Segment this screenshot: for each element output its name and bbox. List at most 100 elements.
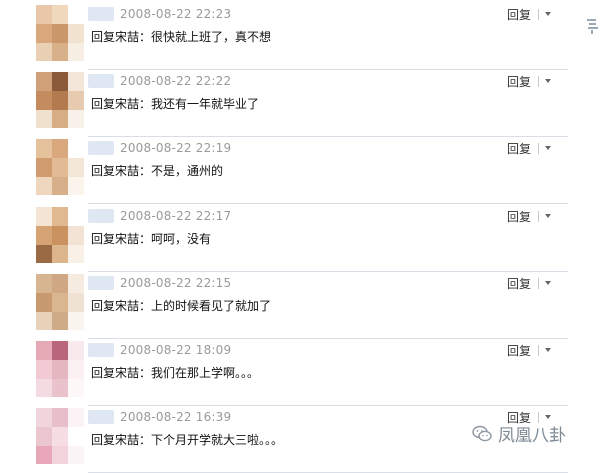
avatar-pixel — [52, 110, 68, 128]
chevron-down-icon[interactable] — [545, 12, 552, 16]
avatar-pixel — [36, 43, 52, 61]
avatar-pixel — [52, 379, 68, 397]
chevron-down-icon[interactable] — [545, 281, 552, 285]
avatar-pixel — [52, 408, 68, 427]
chevron-down-icon[interactable] — [545, 79, 552, 83]
avatar-pixel — [68, 72, 84, 91]
avatar-pixel — [68, 5, 84, 24]
comment-text: 回复宋喆：不是，通州的 — [91, 164, 224, 178]
comment-row: 2008-08-22 22:19 回复宋喆：不是，通州的 回复 — [0, 137, 568, 204]
reply-button-label: 回复 — [507, 7, 532, 22]
comment-timestamp: 2008-08-22 16:39 — [120, 410, 232, 424]
avatar[interactable] — [36, 5, 84, 61]
blurred-username[interactable] — [88, 276, 114, 290]
avatar-pixel — [36, 177, 52, 195]
avatar-pixel — [68, 158, 84, 177]
comment-text: 回复宋喆：呵呵，没有 — [91, 232, 212, 246]
reply-button[interactable]: 回复 — [505, 342, 552, 358]
reply-button[interactable]: 回复 — [505, 275, 552, 291]
avatar[interactable] — [36, 408, 84, 464]
avatar[interactable] — [36, 139, 84, 195]
avatar-pixel — [68, 226, 84, 245]
avatar-pixel — [68, 379, 84, 397]
avatar-pixel — [36, 245, 52, 263]
avatar-pixel — [68, 446, 84, 464]
avatar-pixel — [36, 139, 52, 158]
avatar[interactable] — [36, 72, 84, 128]
chevron-down-icon[interactable] — [545, 415, 552, 419]
reply-button-divider — [538, 277, 540, 289]
avatar-pixel — [68, 312, 84, 330]
chevron-down-icon[interactable] — [545, 348, 552, 352]
avatar[interactable] — [36, 274, 84, 330]
chevron-down-icon[interactable] — [545, 214, 552, 218]
comment-timestamp: 2008-08-22 22:17 — [120, 209, 232, 223]
blurred-username[interactable] — [88, 141, 114, 155]
reply-feed: 2008-08-22 22:23 回复宋喆：很快就上班了，真不想 回复 2008-08… — [0, 0, 600, 473]
reply-button-label: 回复 — [507, 276, 532, 291]
avatar-pixel — [68, 139, 84, 158]
reply-button[interactable]: 回复 — [505, 6, 552, 22]
avatar-pixel — [36, 274, 52, 293]
reply-button-label: 回复 — [507, 343, 532, 358]
comment-timestamp: 2008-08-22 22:19 — [120, 141, 232, 155]
avatar-pixel — [52, 158, 68, 177]
avatar-pixel — [68, 207, 84, 226]
avatar-pixel — [36, 446, 52, 464]
avatar-pixel — [36, 341, 52, 360]
avatar[interactable] — [36, 207, 84, 263]
comment-row: 2008-08-22 22:17 回复宋喆：呵呵，没有 回复 — [0, 205, 568, 272]
reply-button-divider — [538, 8, 540, 20]
blurred-username[interactable] — [88, 209, 114, 223]
avatar-pixel — [36, 312, 52, 330]
chevron-down-icon[interactable] — [545, 146, 552, 150]
avatar-pixel — [68, 341, 84, 360]
avatar-pixel — [36, 408, 52, 427]
avatar-pixel — [52, 226, 68, 245]
avatar-pixel — [36, 379, 52, 397]
avatar-pixel — [68, 408, 84, 427]
comment-text: 回复宋喆：下个月开学就大三啦。。。 — [91, 433, 284, 447]
avatar-pixel — [52, 5, 68, 24]
reply-button[interactable]: 回复 — [505, 208, 552, 224]
avatar-pixel — [36, 427, 52, 446]
wechat-logo-icon — [472, 425, 492, 441]
avatar-pixel — [36, 72, 52, 91]
avatar-pixel — [36, 207, 52, 226]
avatar-pixel — [36, 158, 52, 177]
avatar-pixel — [36, 91, 52, 110]
comment-timestamp: 2008-08-22 22:23 — [120, 7, 232, 21]
comment-text: 回复宋喆：我还有一年就毕业了 — [91, 97, 260, 111]
blurred-username[interactable] — [88, 7, 114, 21]
comment-text: 回复宋喆：很快就上班了，真不想 — [91, 30, 272, 44]
blurred-username[interactable] — [88, 343, 114, 357]
avatar-pixel — [68, 274, 84, 293]
avatar-pixel — [68, 293, 84, 312]
reply-button[interactable]: 回复 — [505, 140, 552, 156]
avatar[interactable] — [36, 341, 84, 397]
avatar-pixel — [52, 427, 68, 446]
avatar-pixel — [52, 177, 68, 195]
reply-button[interactable]: 回复 — [505, 73, 552, 89]
avatar-pixel — [36, 226, 52, 245]
avatar-pixel — [68, 177, 84, 195]
avatar-pixel — [52, 72, 68, 91]
watermark: 凤凰八卦 — [472, 421, 566, 446]
avatar-pixel — [36, 293, 52, 312]
reply-button-label: 回复 — [507, 209, 532, 224]
comment-timestamp: 2008-08-22 22:15 — [120, 276, 232, 290]
avatar-pixel — [52, 360, 68, 379]
avatar-pixel — [68, 110, 84, 128]
avatar-pixel — [52, 139, 68, 158]
comment-timestamp: 2008-08-22 18:09 — [120, 343, 232, 357]
avatar-pixel — [52, 274, 68, 293]
comment-row: 2008-08-22 18:09 回复宋喆：我们在那上学啊。。。 回复 — [0, 339, 568, 406]
avatar-pixel — [68, 43, 84, 61]
blurred-username[interactable] — [88, 410, 114, 424]
cropped-edge-text — [586, 18, 600, 34]
reply-button-divider — [538, 210, 540, 222]
avatar-pixel — [36, 360, 52, 379]
avatar-pixel — [52, 293, 68, 312]
blurred-username[interactable] — [88, 74, 114, 88]
avatar-pixel — [68, 427, 84, 446]
